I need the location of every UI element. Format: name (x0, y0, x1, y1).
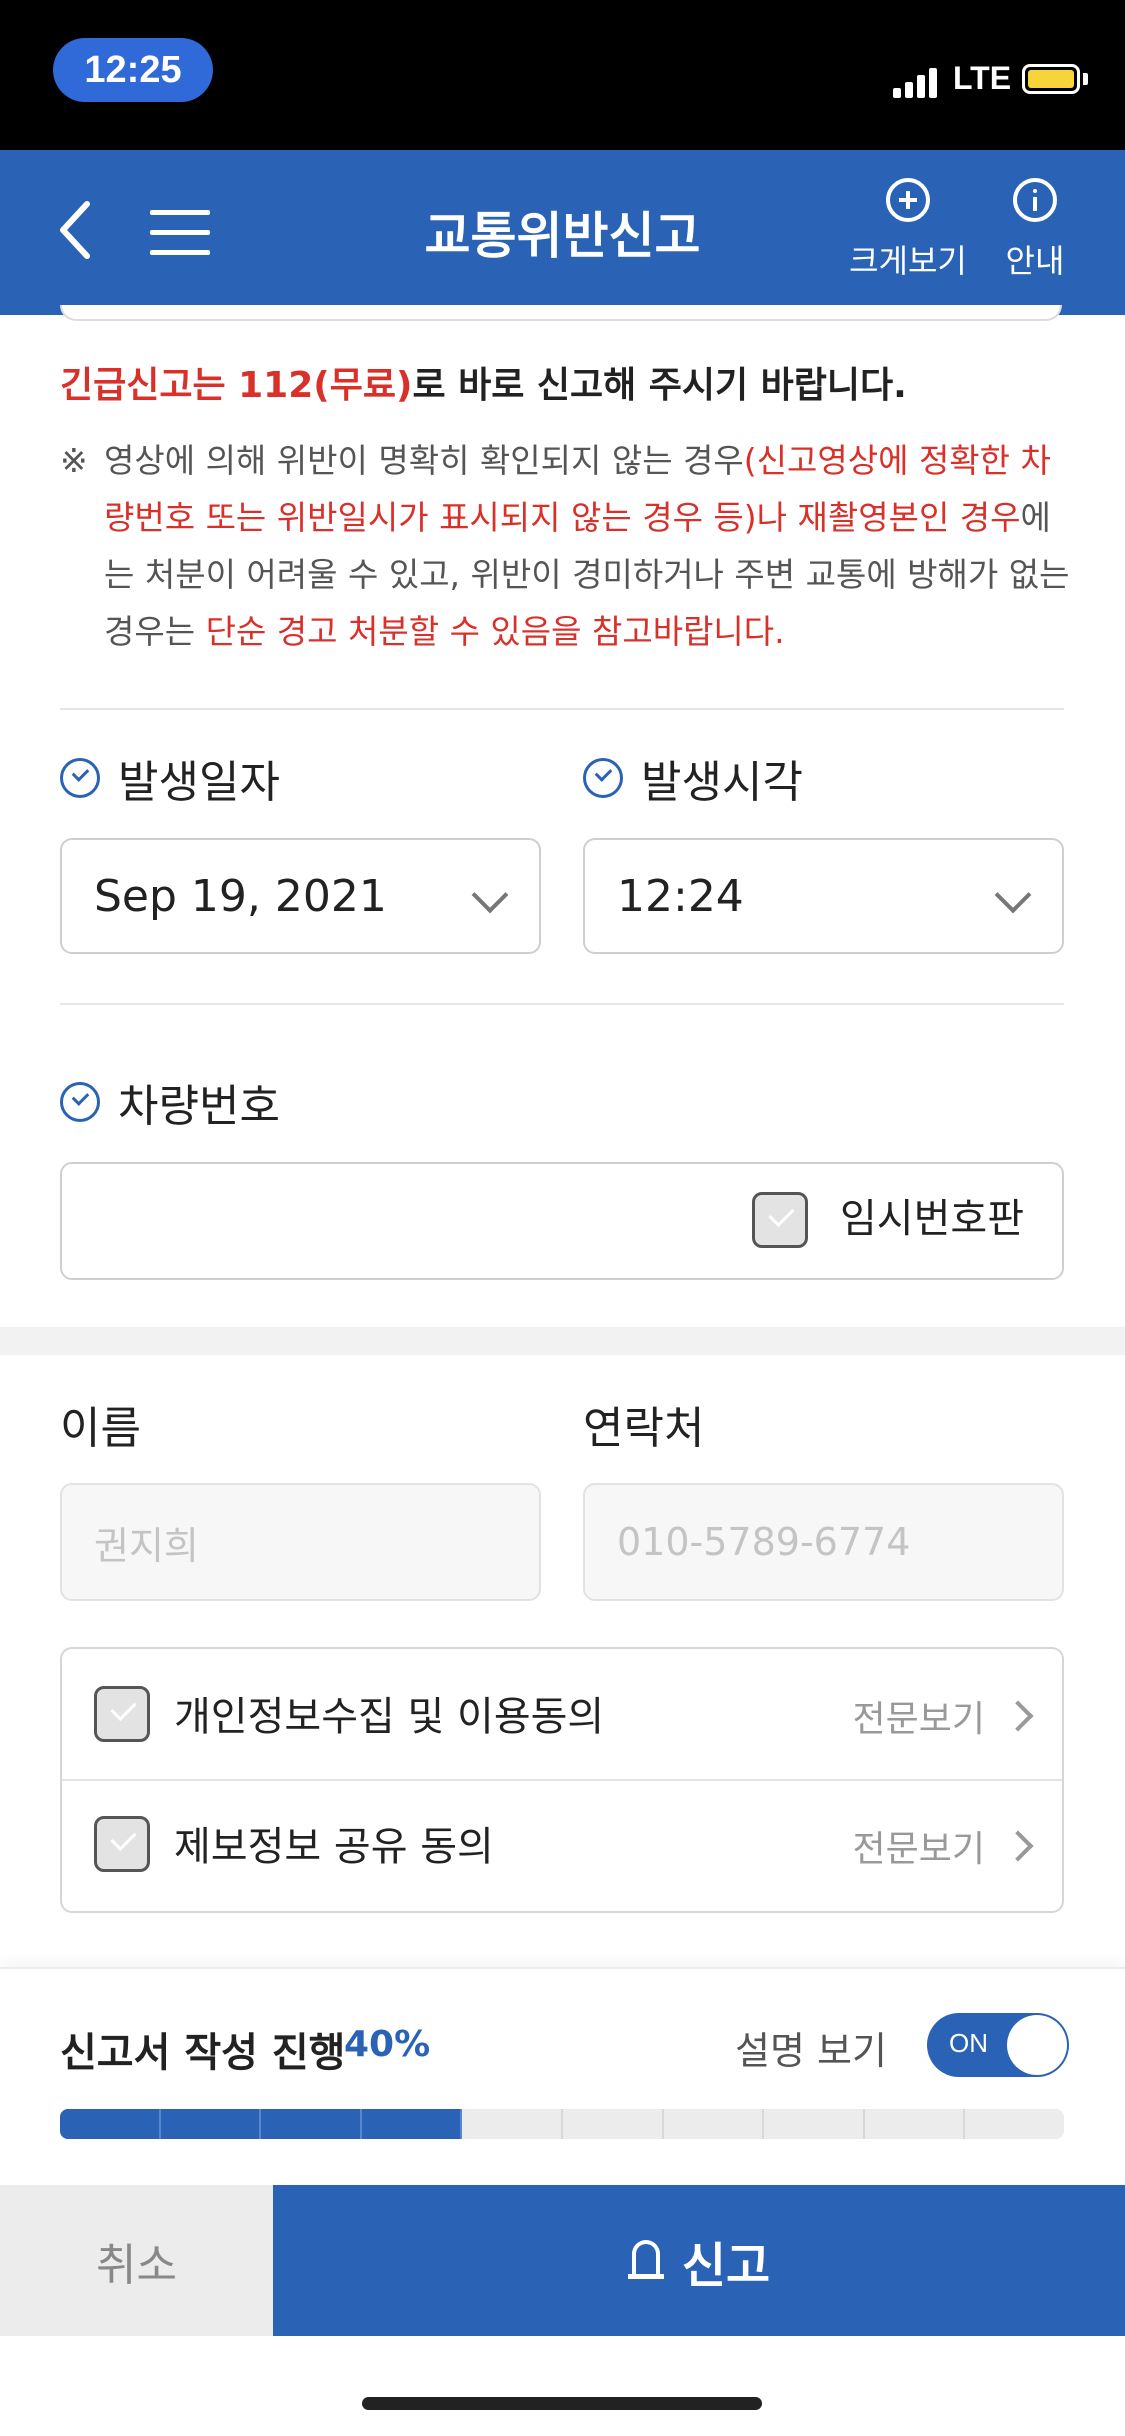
urgent-notice: 긴급신고는 112(무료)로 바로 신고해 주시기 바랍니다. (60, 356, 907, 408)
check-circle-icon (60, 1082, 100, 1122)
notice-part-4: 단순 경고 처분할 수 있음을 참고바랍니다. (205, 612, 785, 651)
toggle-knob (1007, 2015, 1067, 2075)
share-consent-checkbox[interactable] (94, 1816, 150, 1872)
progress-segment (965, 2109, 1064, 2139)
progress-segment (160, 2109, 262, 2139)
siren-icon (627, 2239, 664, 2282)
plate-label: 차량번호 (60, 1070, 280, 1134)
info-icon (1013, 178, 1057, 222)
check-circle-icon (60, 758, 100, 798)
battery-icon (1022, 64, 1080, 94)
progress-bar (60, 2109, 1064, 2139)
urgent-notice-text: 로 바로 신고해 주시기 바랍니다. (412, 365, 907, 406)
contact-label: 연락처 (583, 1403, 705, 1454)
time-select[interactable]: 12:24 (583, 838, 1064, 954)
progress-percent: 40% (344, 2024, 431, 2065)
date-select[interactable]: Sep 19, 2021 (60, 838, 541, 954)
contact-field[interactable]: 010-5789-6774 (583, 1483, 1064, 1601)
temp-plate-checkbox[interactable] (752, 1192, 808, 1248)
share-consent-link[interactable]: 전문보기 (853, 1820, 985, 1872)
progress-segment (361, 2109, 463, 2139)
notice-paragraph: ※ 영상에 의해 위반이 명확히 확인되지 않는 경우(신고영상에 정확한 차량… (60, 432, 1070, 660)
progress-title: 신고서 작성 진행 (60, 2030, 346, 2076)
share-consent-label: 제보정보 공유 동의 (174, 1824, 494, 1870)
name-field[interactable]: 권지희 (60, 1483, 541, 1601)
privacy-consent-link[interactable]: 전문보기 (853, 1690, 985, 1742)
signal-icon (893, 66, 937, 98)
zoom-label: 크게보기 (849, 242, 967, 280)
explain-label: 설명 보기 (735, 2029, 887, 2073)
cancel-button[interactable]: 취소 (0, 2185, 273, 2336)
privacy-consent-checkbox[interactable] (94, 1686, 150, 1742)
consent-divider (62, 1779, 1062, 1781)
progress-segment (261, 2109, 362, 2139)
explain-toggle[interactable]: ON (927, 2013, 1069, 2077)
time-value: 12:24 (617, 870, 744, 922)
urgent-notice-highlight: 긴급신고는 112(무료) (60, 365, 413, 406)
zoom-button[interactable]: 크게보기 (843, 178, 973, 282)
status-time: 12:25 (53, 38, 213, 102)
network-label: LTE (953, 60, 1012, 96)
progress-segment (664, 2109, 765, 2139)
battery-tip (1083, 73, 1088, 85)
time-label-text: 발생시각 (641, 757, 803, 808)
notice-part-1: 영상에 의해 위반이 명확히 확인되지 않는 경우 (104, 441, 744, 480)
plate-label-text: 차량번호 (118, 1081, 280, 1132)
progress-segment (764, 2109, 865, 2139)
section-separator (0, 1327, 1125, 1355)
date-label-text: 발생일자 (118, 757, 280, 808)
plus-circle-icon (886, 178, 930, 222)
time-label: 발생시각 (583, 746, 803, 810)
chevron-down-icon (994, 876, 1032, 914)
name-label: 이름 (60, 1403, 141, 1454)
chevron-down-icon (471, 876, 509, 914)
notice-mark: ※ (60, 441, 88, 480)
report-button[interactable]: 신고 (273, 2185, 1125, 2336)
home-indicator (362, 2397, 762, 2410)
info-label: 안내 (1005, 242, 1065, 280)
contact-value: 010-5789-6774 (617, 1520, 911, 1564)
divider (60, 1003, 1064, 1005)
info-button[interactable]: 안내 (970, 178, 1100, 282)
progress-segment (865, 2109, 966, 2139)
name-value: 권지희 (94, 1523, 199, 1568)
check-circle-icon (583, 758, 623, 798)
progress-segment (462, 2109, 563, 2139)
progress-segment (60, 2109, 161, 2139)
divider (60, 708, 1064, 710)
previous-card-edge (60, 305, 1062, 321)
report-label: 신고 (681, 2237, 771, 2294)
date-label: 발생일자 (60, 746, 280, 810)
privacy-consent-label: 개인정보수집 및 이용동의 (174, 1694, 605, 1740)
date-value: Sep 19, 2021 (94, 870, 387, 922)
progress-segment (563, 2109, 664, 2139)
toggle-state: ON (949, 2028, 988, 2058)
temp-plate-label: 임시번호판 (840, 1196, 1024, 1242)
